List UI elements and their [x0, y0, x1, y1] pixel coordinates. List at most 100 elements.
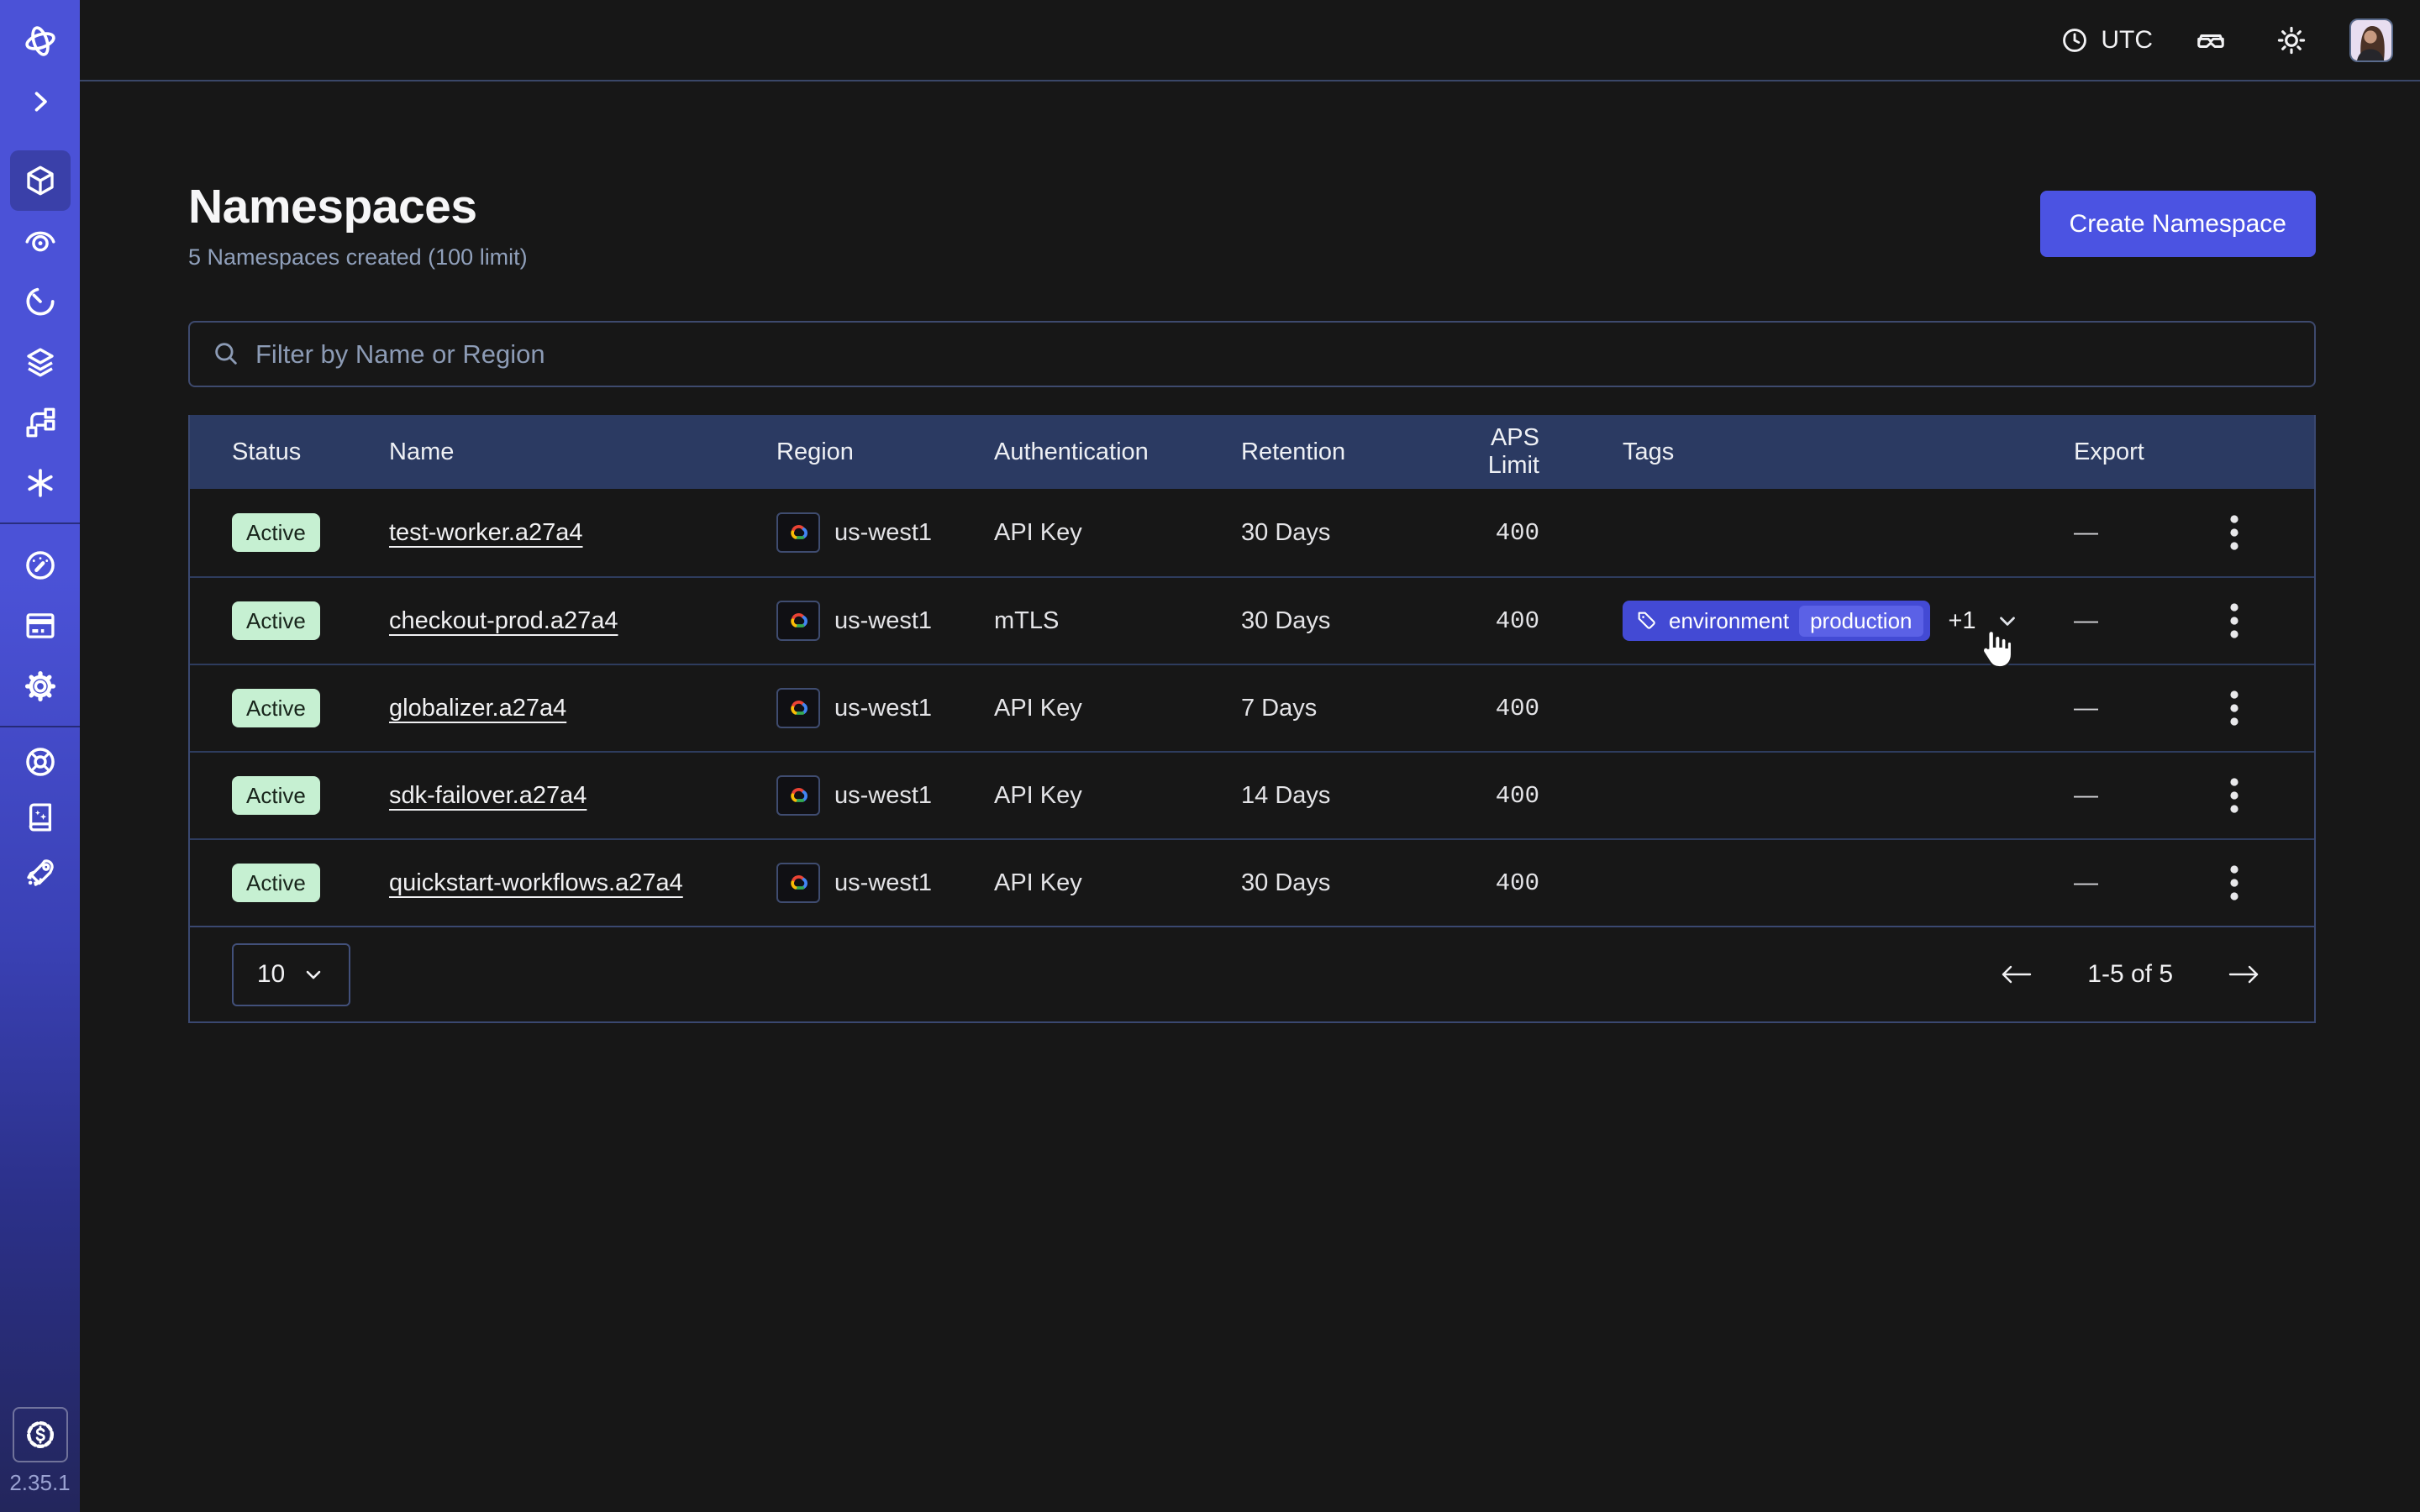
- tag-key: environment: [1669, 608, 1789, 634]
- sidebar-item-usage[interactable]: [10, 535, 71, 596]
- sidebar-divider: [0, 522, 80, 524]
- col-header-status[interactable]: Status: [232, 438, 389, 466]
- auth-method: API Key: [994, 869, 1241, 897]
- labs-toggle-button[interactable]: [2188, 18, 2233, 63]
- auth-method: API Key: [994, 519, 1241, 547]
- next-page-button[interactable]: [2222, 957, 2267, 992]
- col-header-authentication[interactable]: Authentication: [994, 438, 1241, 466]
- sidebar-item-settings[interactable]: [10, 656, 71, 717]
- avatar-image: [2351, 20, 2391, 60]
- lifesaver-icon: [23, 744, 58, 780]
- namespace-link[interactable]: test-worker.a27a4: [389, 519, 583, 546]
- gauge-icon: [23, 548, 58, 583]
- table-footer: 10 1-5 of 5: [190, 926, 2314, 1021]
- aps-limit-value: 400: [1435, 869, 1561, 897]
- table-row: Active checkout-prod.a27a4 us-west1 mTLS…: [190, 576, 2314, 664]
- row-menu-button[interactable]: [2222, 595, 2247, 647]
- region-label: us-west1: [834, 782, 932, 810]
- credits-button[interactable]: [13, 1407, 68, 1462]
- eye-icon: [23, 223, 58, 259]
- col-header-tags[interactable]: Tags: [1561, 438, 2074, 466]
- gcp-region-icon: [776, 601, 820, 641]
- chevron-right-icon: [25, 87, 55, 117]
- cube-icon: [23, 163, 58, 198]
- row-menu-button[interactable]: [2222, 857, 2247, 909]
- user-avatar[interactable]: [2349, 18, 2393, 62]
- docs-book-icon: [23, 800, 58, 835]
- auth-method: API Key: [994, 782, 1241, 810]
- billing-card-icon: [23, 608, 58, 643]
- kebab-icon: [2228, 864, 2240, 902]
- page-size-select[interactable]: 10: [232, 943, 350, 1006]
- auth-method: mTLS: [994, 607, 1241, 635]
- region-label: us-west1: [834, 519, 932, 547]
- sidebar-item-workflows[interactable]: [10, 392, 71, 453]
- temporal-logo[interactable]: [10, 11, 71, 71]
- page-size-value: 10: [257, 960, 285, 989]
- sidebar-item-docs[interactable]: [10, 790, 71, 844]
- namespace-link[interactable]: checkout-prod.a27a4: [389, 607, 618, 634]
- kebab-icon: [2228, 601, 2240, 640]
- sidebar-item-observe[interactable]: [10, 211, 71, 271]
- asterisk-icon: [23, 465, 58, 501]
- col-header-aps-limit[interactable]: APS Limit: [1435, 424, 1561, 480]
- sidebar-expand-button[interactable]: [10, 71, 71, 132]
- retention-value: 30 Days: [1241, 869, 1435, 897]
- sidebar-item-billing[interactable]: [10, 596, 71, 656]
- status-badge: Active: [232, 864, 320, 902]
- branch-icon: [23, 405, 58, 440]
- chevron-down-icon: [302, 963, 325, 986]
- col-header-name[interactable]: Name: [389, 438, 776, 466]
- gcp-region-icon: [776, 512, 820, 553]
- aps-limit-value: 400: [1435, 519, 1561, 547]
- table-row: Active globalizer.a27a4 us-west1 API Key…: [190, 664, 2314, 751]
- tag-chip[interactable]: environment production: [1623, 601, 1930, 641]
- previous-page-button[interactable]: [1993, 957, 2039, 992]
- sidebar-item-support[interactable]: [10, 735, 71, 789]
- gear-icon: [23, 669, 58, 704]
- app-version: 2.35.1: [0, 1470, 80, 1496]
- export-value: —: [2074, 695, 2187, 722]
- row-menu-button[interactable]: [2222, 507, 2247, 559]
- timezone-selector[interactable]: UTC: [2060, 26, 2153, 55]
- credits-dollar-icon: [24, 1418, 57, 1452]
- namespace-link[interactable]: sdk-failover.a27a4: [389, 782, 587, 809]
- table-row: Active test-worker.a27a4 us-west1 API Ke…: [190, 489, 2314, 576]
- namespace-count: 5 Namespaces created (100 limit): [188, 244, 528, 270]
- col-header-retention[interactable]: Retention: [1241, 438, 1435, 466]
- timer-icon: [23, 284, 58, 319]
- export-value: —: [2074, 607, 2187, 635]
- col-header-region[interactable]: Region: [776, 438, 994, 466]
- create-namespace-button[interactable]: Create Namespace: [2040, 191, 2316, 257]
- theme-toggle-button[interactable]: [2269, 18, 2314, 63]
- pagination: 1-5 of 5: [1993, 957, 2267, 992]
- filter-input[interactable]: [188, 321, 2316, 387]
- col-header-export[interactable]: Export: [2074, 438, 2187, 466]
- aps-limit-value: 400: [1435, 782, 1561, 810]
- sidebar-item-getting-started[interactable]: [10, 846, 71, 900]
- namespace-link[interactable]: globalizer.a27a4: [389, 695, 566, 722]
- tag-value: production: [1799, 606, 1923, 637]
- sidebar-item-deployments[interactable]: [10, 332, 71, 392]
- retention-value: 30 Days: [1241, 519, 1435, 547]
- region-label: us-west1: [834, 695, 932, 722]
- rocket-icon: [23, 855, 58, 890]
- sidebar-item-nexus[interactable]: [10, 453, 71, 513]
- sidebar-item-namespaces[interactable]: [10, 150, 71, 211]
- gcp-region-icon: [776, 775, 820, 816]
- kebab-icon: [2228, 776, 2240, 815]
- arrow-right-icon: [2227, 962, 2262, 987]
- namespace-link[interactable]: quickstart-workflows.a27a4: [389, 869, 683, 896]
- export-value: —: [2074, 519, 2187, 547]
- glasses-icon: [2195, 24, 2227, 56]
- tags-expand-chevron-icon[interactable]: [1995, 608, 2020, 633]
- auth-method: API Key: [994, 695, 1241, 722]
- row-menu-button[interactable]: [2222, 682, 2247, 734]
- export-value: —: [2074, 782, 2187, 810]
- sidebar-item-schedules[interactable]: [10, 271, 71, 332]
- gcp-region-icon: [776, 863, 820, 903]
- timezone-label: UTC: [2101, 26, 2153, 55]
- arrow-left-icon: [1998, 962, 2033, 987]
- row-menu-button[interactable]: [2222, 769, 2247, 822]
- main-content: Namespaces 5 Namespaces created (100 lim…: [80, 81, 2420, 1512]
